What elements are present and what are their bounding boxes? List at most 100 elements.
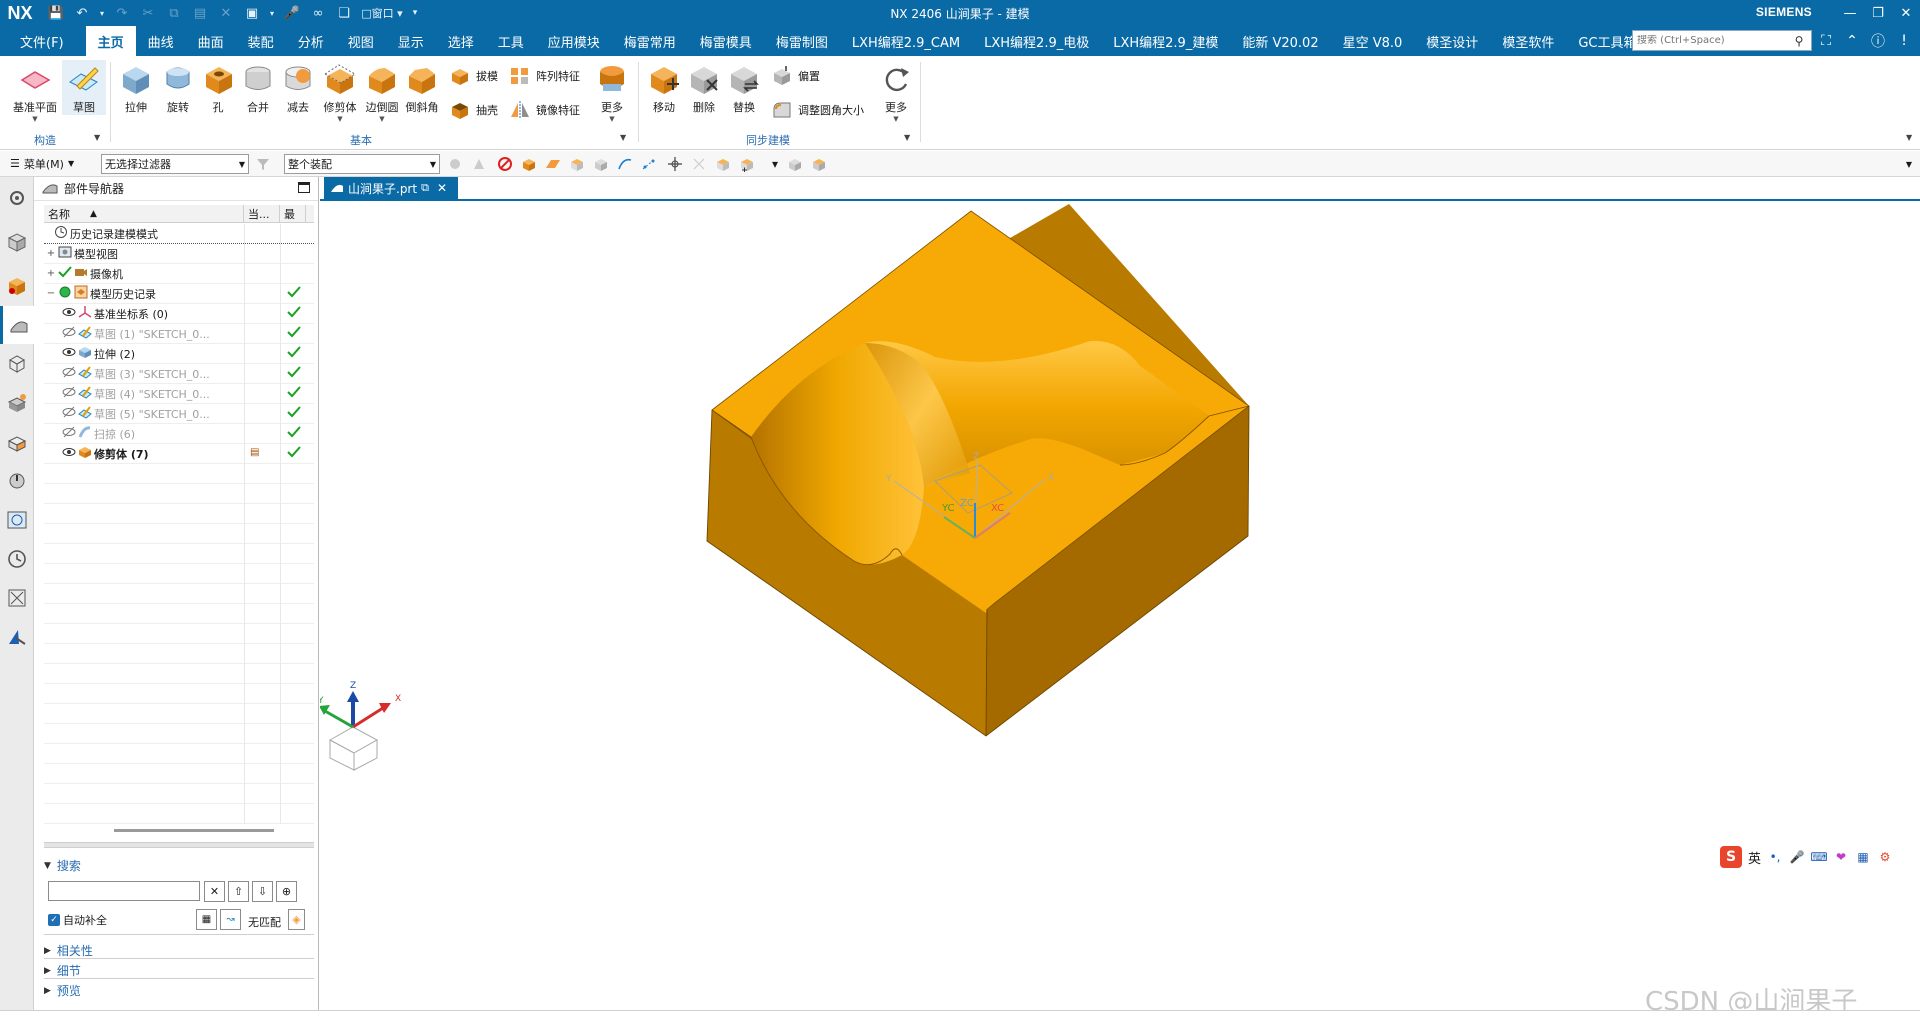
menu-tab[interactable]: LXH编程2.9_建模: [1101, 26, 1230, 56]
eye-hidden-icon[interactable]: [62, 406, 76, 421]
maximize-icon[interactable]: [298, 182, 310, 193]
tree-row[interactable]: + 摄像机: [44, 263, 314, 284]
menu-tab[interactable]: 模圣设计: [1414, 26, 1490, 56]
clear-search-button[interactable]: ✕: [204, 881, 225, 902]
menu-tab[interactable]: 显示: [386, 26, 436, 56]
copy-icon[interactable]: ⧉: [164, 3, 184, 23]
search-scope-button[interactable]: ↝: [220, 909, 241, 930]
close-icon[interactable]: ✕: [437, 181, 447, 195]
menu-tab[interactable]: 应用模块: [536, 26, 612, 56]
microphone-icon[interactable]: 🎤: [1789, 849, 1805, 865]
column-latest[interactable]: 最: [280, 205, 306, 222]
graphics-window[interactable]: XC YC ZC X Y Z Z X Y S 英 •, 🎤 ⌨ ❤ ▦ ⚙ CS…: [320, 203, 1920, 1017]
details-section-header[interactable]: ▶ 细节: [44, 962, 314, 979]
touch-mode-icon[interactable]: ▣: [242, 3, 262, 23]
tree-row[interactable]: 基准坐标系 (0): [44, 303, 314, 324]
tree-row[interactable]: 历史记录建模模式: [44, 223, 314, 244]
ime-mode[interactable]: 英: [1748, 848, 1761, 867]
system-tools-icon[interactable]: [0, 618, 34, 656]
main-menu-button[interactable]: ☰ 菜单(M) ▼: [0, 156, 100, 172]
trim-body-button[interactable]: 修剪体 ▼: [318, 60, 362, 123]
command-search[interactable]: ⚲: [1632, 30, 1812, 51]
menu-tab[interactable]: 曲线: [136, 26, 186, 56]
menu-tab[interactable]: LXH编程2.9_CAM: [840, 26, 972, 56]
view-body-alt-icon[interactable]: [810, 155, 828, 173]
eye-hidden-icon[interactable]: [62, 386, 76, 401]
chevron-down-icon[interactable]: ▼: [94, 133, 100, 142]
type-filter-select[interactable]: 无选择过滤器 ▼: [101, 154, 249, 174]
tree-row[interactable]: 草图 (1) "SKETCH_0...: [44, 323, 314, 344]
chevron-down-icon[interactable]: ▼: [620, 133, 626, 142]
preview-section-header[interactable]: ▶ 预览: [44, 982, 314, 999]
reuse-library-icon[interactable]: [0, 345, 34, 383]
constraint-navigator-icon[interactable]: [0, 267, 34, 305]
chevron-down-icon[interactable]: ▼: [904, 133, 910, 142]
menu-tab[interactable]: 工具: [486, 26, 536, 56]
revolve-button[interactable]: 旋转: [158, 60, 198, 115]
offset-face-button[interactable]: 偏置: [770, 64, 820, 88]
component-icon[interactable]: [714, 155, 732, 173]
part-model[interactable]: XC YC ZC X Y Z Z X Y: [320, 203, 1920, 1010]
subtract-button[interactable]: 减去: [278, 60, 318, 115]
pattern-feature-button[interactable]: 阵列特征: [508, 64, 580, 88]
eye-hidden-icon[interactable]: [62, 326, 76, 341]
eye-icon[interactable]: [62, 346, 76, 361]
chevron-down-icon[interactable]: ▾: [268, 3, 276, 23]
microphone-icon[interactable]: 🎤: [282, 3, 302, 23]
restore-icon[interactable]: ❐: [1864, 0, 1892, 26]
menu-tab[interactable]: 选择: [436, 26, 486, 56]
select-feature-icon[interactable]: [446, 155, 464, 173]
punctuation-icon[interactable]: •,: [1767, 849, 1783, 865]
expand-toggle-icon[interactable]: +: [46, 248, 56, 259]
eye-hidden-icon[interactable]: [62, 426, 76, 441]
cut-icon[interactable]: ✂: [138, 3, 158, 23]
snap-point-icon[interactable]: [666, 155, 684, 173]
resize-blend-button[interactable]: 调整圆角大小: [770, 98, 864, 122]
match-options-button[interactable]: ◈: [288, 909, 305, 930]
status-dot-icon[interactable]: [58, 285, 72, 302]
shell-button[interactable]: 抽壳: [448, 98, 498, 122]
history-palette-icon[interactable]: [0, 462, 34, 500]
panel-splitter[interactable]: [44, 842, 314, 848]
chevron-down-icon[interactable]: ▾: [766, 155, 784, 173]
link-icon[interactable]: ∞: [308, 3, 328, 23]
menu-tab[interactable]: 分析: [286, 26, 336, 56]
hole-button[interactable]: 孔: [200, 60, 236, 115]
search-section-header[interactable]: ▼ 搜索: [44, 857, 314, 874]
expand-toggle-icon[interactable]: −: [46, 288, 56, 299]
menu-tab[interactable]: 视图: [336, 26, 386, 56]
solid-body-icon[interactable]: [520, 155, 538, 173]
customize-icon[interactable]: ▾: [410, 3, 420, 23]
keyboard-icon[interactable]: ⌨: [1810, 849, 1827, 865]
search-filter-button[interactable]: ▦: [196, 909, 217, 930]
globe-icon[interactable]: [0, 501, 34, 539]
view-triad[interactable]: Z X Y: [320, 681, 401, 771]
tree-row[interactable]: − 模型历史记录: [44, 283, 314, 304]
save-icon[interactable]: 💾: [46, 3, 66, 23]
column-name[interactable]: 名称 ▲: [44, 205, 244, 222]
replace-face-button[interactable]: 替换: [724, 60, 764, 115]
no-selection-icon[interactable]: [496, 155, 514, 173]
close-icon[interactable]: ✕: [1892, 0, 1920, 26]
menu-tab[interactable]: 梅雷模具: [688, 26, 764, 56]
clock-icon[interactable]: [0, 540, 34, 578]
auto-complete-checkbox[interactable]: ✓ 自动补全: [48, 912, 107, 928]
search-icon[interactable]: ⚲: [1789, 34, 1809, 48]
expand-toggle-icon[interactable]: +: [46, 268, 56, 279]
menu-tab[interactable]: 梅雷常用: [612, 26, 688, 56]
menu-tab[interactable]: 模圣软件: [1490, 26, 1566, 56]
extrude-button[interactable]: 拉伸: [116, 60, 156, 115]
skin-icon[interactable]: ❤: [1833, 849, 1849, 865]
window-menu-icon[interactable]: □窗口 ▾: [360, 3, 404, 23]
column-current[interactable]: 当...: [244, 205, 280, 222]
menu-tab[interactable]: 星空 V8.0: [1331, 26, 1415, 56]
selection-scope-select[interactable]: 整个装配 ▼: [284, 154, 440, 174]
tab-part-file[interactable]: 山涧果子.prt ⧉ ✕: [324, 177, 458, 199]
hd3d-tools-icon[interactable]: [0, 384, 34, 422]
menu-tab[interactable]: 主页: [85, 26, 136, 56]
filter-reset-icon[interactable]: [254, 155, 272, 173]
chevron-down-icon[interactable]: ▼: [592, 115, 632, 123]
sogou-logo-icon[interactable]: S: [1720, 846, 1742, 868]
undo-icon[interactable]: ↶: [72, 3, 92, 23]
eye-icon[interactable]: [62, 446, 76, 461]
